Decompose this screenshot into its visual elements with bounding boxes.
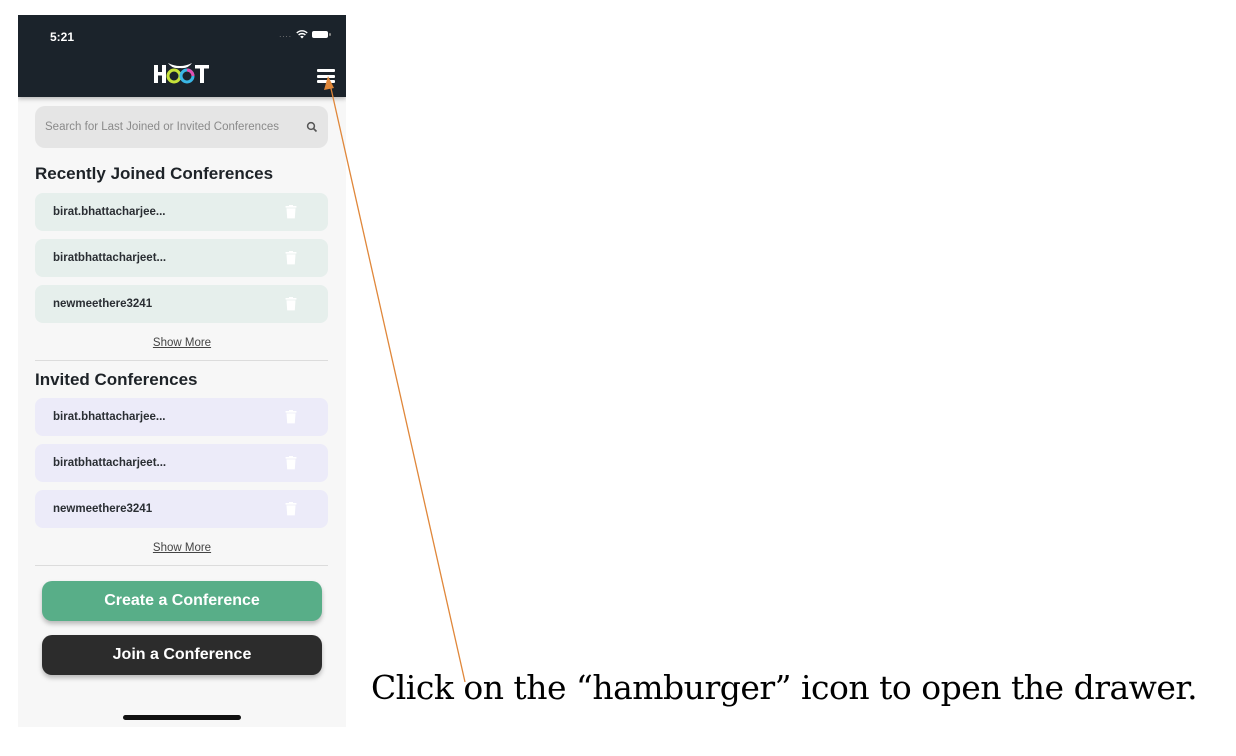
status-time: 5:21 <box>50 30 75 44</box>
hamburger-line <box>317 74 335 78</box>
conference-name: biratbhattacharjeet... <box>53 457 167 469</box>
signal-icon: .... <box>279 29 292 39</box>
battery-icon <box>312 30 331 38</box>
invited-conference-item[interactable]: newmeethere3241 <box>35 490 328 528</box>
section-divider <box>35 360 328 361</box>
create-conference-button[interactable]: Create a Conference <box>42 581 322 621</box>
invited-conference-item[interactable]: birat.bhattacharjee... <box>35 398 328 436</box>
recent-show-more-link[interactable]: Show More <box>18 337 346 349</box>
instruction-caption: Click on the “hamburger” icon to open th… <box>371 668 1198 707</box>
trash-icon[interactable] <box>285 205 297 219</box>
hoot-logo <box>154 63 209 84</box>
hamburger-line <box>317 69 335 72</box>
wifi-icon <box>296 30 308 39</box>
recent-conference-item[interactable]: birat.bhattacharjee... <box>35 193 328 231</box>
conference-name: newmeethere3241 <box>53 503 153 515</box>
search-icon[interactable] <box>306 121 318 133</box>
trash-icon[interactable] <box>285 297 297 311</box>
recent-section-title: Recently Joined Conferences <box>35 164 274 183</box>
recent-conference-item[interactable]: biratbhattacharjeet... <box>35 239 328 277</box>
invited-section-title: Invited Conferences <box>35 370 198 389</box>
phone-screen: 5:21 .... Search for Last Joined or Invi… <box>18 15 346 727</box>
recent-conference-item[interactable]: newmeethere3241 <box>35 285 328 323</box>
arrow-line <box>329 83 466 683</box>
invited-show-more-link[interactable]: Show More <box>18 542 346 554</box>
trash-icon[interactable] <box>285 251 297 265</box>
conference-name: birat.bhattacharjee... <box>53 411 166 423</box>
conference-name: birat.bhattacharjee... <box>53 206 166 218</box>
search-bar[interactable] <box>35 106 328 148</box>
hamburger-menu-button[interactable] <box>316 67 336 85</box>
app-header: 5:21 .... <box>18 15 346 97</box>
join-conference-button[interactable]: Join a Conference <box>42 635 322 675</box>
search-input[interactable] <box>45 121 302 133</box>
invited-conference-item[interactable]: biratbhattacharjeet... <box>35 444 328 482</box>
conference-name: biratbhattacharjeet... <box>53 252 167 264</box>
trash-icon[interactable] <box>285 456 297 470</box>
trash-icon[interactable] <box>285 502 297 516</box>
section-divider <box>35 565 328 566</box>
conference-name: newmeethere3241 <box>53 298 153 310</box>
home-indicator <box>123 715 241 720</box>
status-icons: .... <box>279 29 331 39</box>
trash-icon[interactable] <box>285 410 297 424</box>
hamburger-line <box>317 80 335 83</box>
